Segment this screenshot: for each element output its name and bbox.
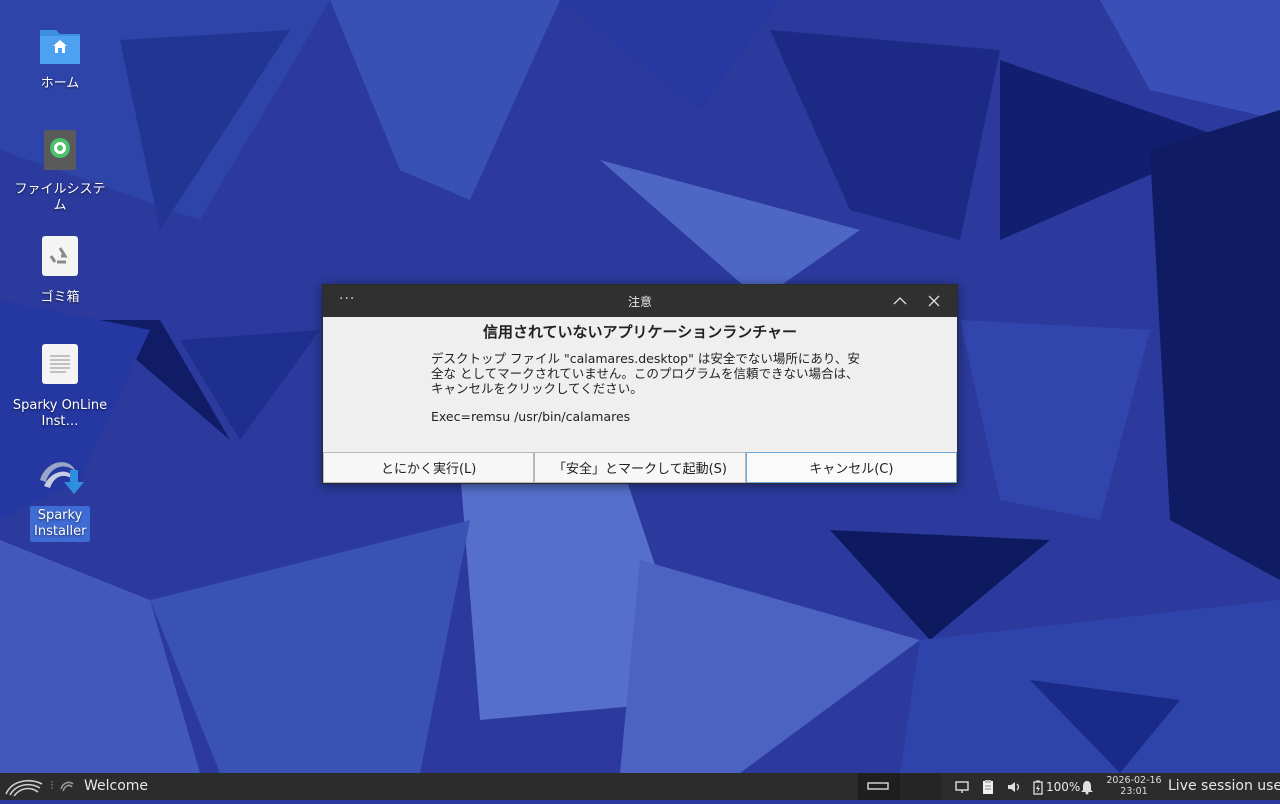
document-icon	[36, 344, 84, 392]
maximize-button[interactable]	[891, 292, 909, 310]
installer-icon	[36, 452, 84, 500]
session-user-label[interactable]: Live session user	[1168, 778, 1280, 794]
battery-percentage: 100%	[1046, 780, 1081, 794]
dialog-heading: 信用されていないアプリケーションランチャー	[482, 323, 798, 341]
filesystem-icon	[36, 128, 84, 176]
workspace-1[interactable]	[858, 773, 900, 800]
close-button[interactable]	[925, 292, 943, 310]
cancel-button[interactable]: キャンセル(C)	[745, 452, 957, 483]
dialog-button-row: とにかく実行(L) 「安全」とマークして起動(S) キャンセル(C)	[323, 452, 957, 483]
dialog-exec-line: Exec=remsu /usr/bin/calamares	[431, 409, 631, 424]
desktop-icon-sparky-installer[interactable]: Sparky Installer	[12, 452, 108, 542]
display-icon[interactable]	[954, 779, 970, 795]
desktop-icon-sparky-online-installer[interactable]: Sparky OnLine Inst…	[12, 344, 108, 430]
close-icon	[928, 295, 940, 307]
clock-date: 2026-02-16	[1106, 775, 1162, 786]
desktop-icon-label: ファイルシステム	[14, 182, 106, 213]
desktop-icon-label: Sparky Installer	[30, 506, 90, 542]
desktop-icon-trash[interactable]: ゴミ箱	[12, 236, 108, 306]
dialog-message: デスクトップ ファイル "calamares.desktop" は安全でない場所…	[431, 351, 860, 396]
dialog-titlebar[interactable]: ··· 注意	[323, 285, 957, 317]
desktop-icon-home[interactable]: ホーム	[12, 22, 108, 92]
window-app-icon	[60, 779, 74, 793]
notification-bell-icon[interactable]	[1079, 779, 1095, 795]
taskbar: ⁝ Welcome 100% 2026-02-16 23:01 Live ses…	[0, 773, 1280, 800]
clipboard-icon[interactable]	[980, 779, 996, 795]
taskbar-clock[interactable]: 2026-02-16 23:01	[1104, 775, 1164, 797]
start-menu-button[interactable]	[4, 776, 44, 797]
untrusted-launcher-dialog: ··· 注意 信用されていないアプリケーションランチャー デスクトップ ファイル…	[322, 284, 958, 484]
sparky-logo-icon	[5, 780, 43, 797]
desktop-icon-filesystem[interactable]: ファイルシステム	[12, 128, 108, 214]
dialog-title: 注意	[627, 295, 652, 309]
workspace-preview-icon	[867, 782, 889, 790]
workspace-2[interactable]	[900, 773, 942, 800]
home-folder-icon	[36, 22, 84, 70]
taskbar-separator: ⁝	[50, 778, 54, 792]
chevron-up-icon	[893, 297, 907, 305]
desktop-icon-label: Sparky OnLine Inst…	[12, 398, 108, 429]
volume-icon[interactable]	[1006, 779, 1022, 795]
desktop-icon-label: ホーム	[40, 76, 80, 91]
trash-icon	[36, 236, 84, 284]
battery-icon[interactable]	[1030, 779, 1046, 795]
run-anyway-button[interactable]: とにかく実行(L)	[323, 452, 535, 483]
taskbar-window-welcome[interactable]: Welcome	[84, 778, 148, 794]
desktop-icon-label: ゴミ箱	[40, 290, 80, 305]
clock-time: 23:01	[1120, 786, 1148, 797]
mark-safe-launch-button[interactable]: 「安全」とマークして起動(S)	[534, 452, 746, 483]
